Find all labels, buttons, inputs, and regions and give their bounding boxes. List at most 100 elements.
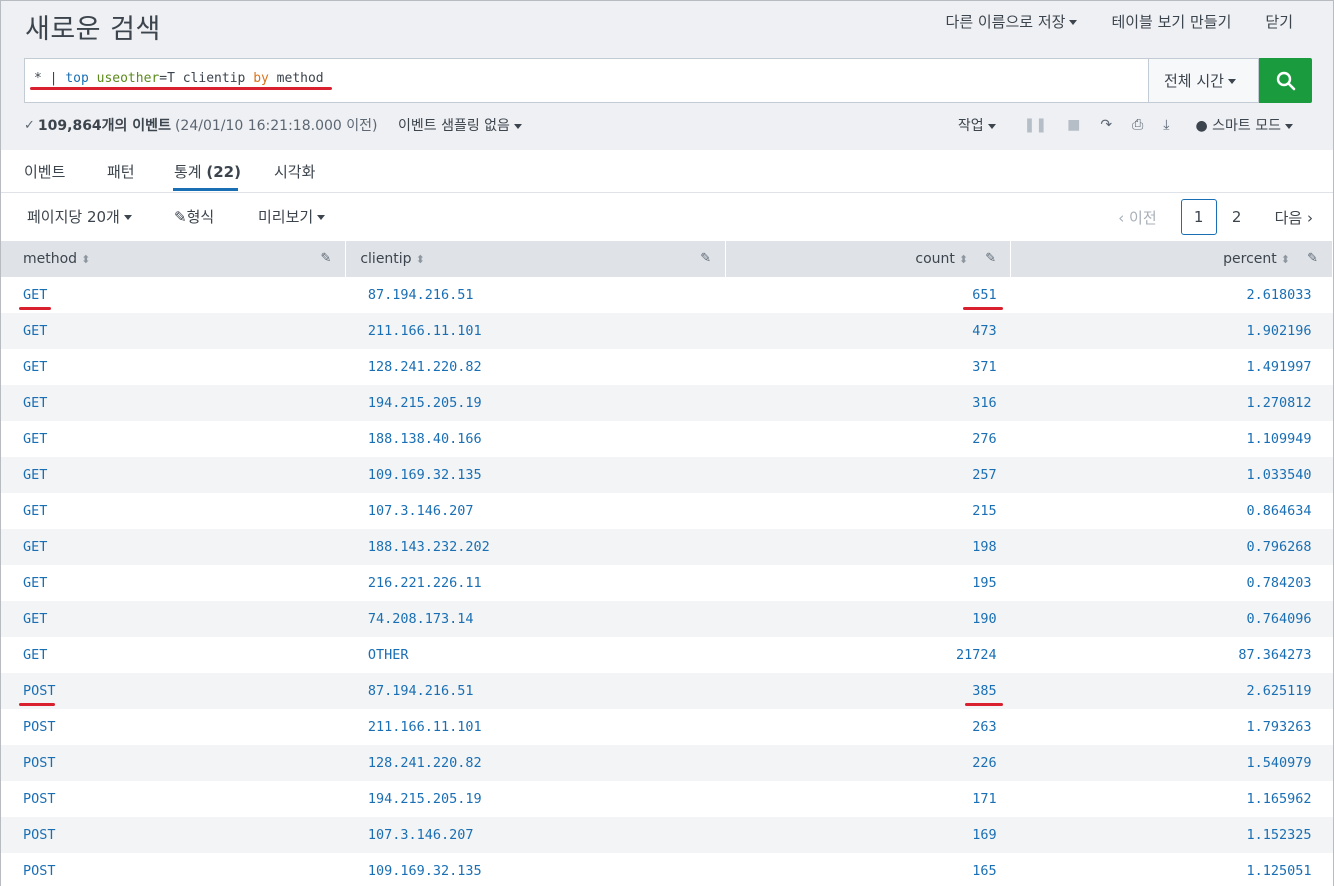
sort-icon[interactable]: ⬍	[1281, 253, 1290, 266]
pencil-icon[interactable]: ✎	[700, 251, 711, 266]
cell-count[interactable]: 215	[725, 493, 1011, 529]
cell-percent[interactable]: 2.625119	[1010, 673, 1333, 709]
cell-clientip[interactable]: 87.194.216.51	[345, 673, 726, 709]
cell-count[interactable]: 276	[725, 421, 1011, 457]
cell-percent[interactable]: 1.540979	[1010, 745, 1333, 781]
search-input[interactable]: * | top useother=T clientip by method	[24, 58, 1149, 103]
cell-count[interactable]: 190	[725, 601, 1011, 637]
cell-method[interactable]: POST	[1, 709, 346, 745]
cell-method[interactable]: GET	[1, 421, 346, 457]
pencil-icon[interactable]: ✎	[320, 251, 331, 266]
column-header-clientip[interactable]: clientip ⬍ ✎	[345, 241, 727, 277]
pencil-icon[interactable]: ✎	[1307, 251, 1318, 266]
pause-icon[interactable]: ❚❚	[1024, 117, 1047, 133]
cell-percent[interactable]: 1.902196	[1010, 313, 1333, 349]
per-page-menu[interactable]: 페이지당 20개	[27, 206, 132, 227]
cell-method[interactable]: POST	[1, 853, 346, 886]
cell-clientip[interactable]: 211.166.11.101	[345, 709, 726, 745]
cell-count[interactable]: 165	[725, 853, 1011, 886]
cell-count[interactable]: 226	[725, 745, 1011, 781]
sort-icon[interactable]: ⬍	[416, 253, 425, 266]
cell-clientip[interactable]: 109.169.32.135	[345, 853, 726, 886]
cell-percent[interactable]: 1.165962	[1010, 781, 1333, 817]
search-mode-menu[interactable]: ● 스마트 모드	[1195, 115, 1293, 135]
print-icon[interactable]: ⎙	[1132, 117, 1143, 133]
share-icon[interactable]: ↷	[1100, 117, 1112, 133]
cell-percent[interactable]: 1.125051	[1010, 853, 1333, 886]
job-menu[interactable]: 작업	[958, 115, 996, 135]
cell-method[interactable]: GET	[1, 385, 346, 421]
cell-method[interactable]: GET	[1, 277, 346, 313]
cell-percent[interactable]: 1.109949	[1010, 421, 1333, 457]
cell-clientip[interactable]: 87.194.216.51	[345, 277, 726, 313]
save-as-menu[interactable]: 다른 이름으로 저장	[946, 11, 1078, 32]
cell-clientip[interactable]: 107.3.146.207	[345, 817, 726, 853]
cell-method[interactable]: GET	[1, 565, 346, 601]
tab-events[interactable]: 이벤트	[24, 161, 65, 182]
stop-icon[interactable]: ■	[1067, 117, 1080, 133]
preview-menu[interactable]: 미리보기	[258, 206, 326, 227]
cell-count[interactable]: 198	[725, 529, 1011, 565]
cell-method[interactable]: GET	[1, 313, 346, 349]
cell-percent[interactable]: 1.033540	[1010, 457, 1333, 493]
create-table-view-button[interactable]: 테이블 보기 만들기	[1111, 11, 1231, 32]
column-header-count[interactable]: count ⬍ ✎	[725, 241, 1012, 277]
tab-statistics[interactable]: 통계 (22)	[174, 161, 241, 182]
cell-count[interactable]: 651	[725, 277, 1011, 313]
tab-patterns[interactable]: 패턴	[107, 161, 135, 182]
cell-method[interactable]: GET	[1, 601, 346, 637]
sort-icon[interactable]: ⬍	[959, 253, 968, 266]
cell-count[interactable]: 385	[725, 673, 1011, 709]
next-page-button[interactable]: 다음 ›	[1275, 207, 1313, 228]
tab-visualization[interactable]: 시각화	[274, 161, 315, 182]
cell-method[interactable]: POST	[1, 781, 346, 817]
cell-count[interactable]: 21724	[725, 637, 1011, 673]
search-button[interactable]	[1259, 58, 1312, 103]
cell-clientip[interactable]: OTHER	[345, 637, 726, 673]
cell-clientip[interactable]: 128.241.220.82	[345, 745, 726, 781]
cell-method[interactable]: GET	[1, 457, 346, 493]
page-1-button[interactable]: 1	[1180, 199, 1217, 235]
cell-clientip[interactable]: 107.3.146.207	[345, 493, 726, 529]
cell-count[interactable]: 316	[725, 385, 1011, 421]
cell-clientip[interactable]: 128.241.220.82	[345, 349, 726, 385]
time-range-picker[interactable]: 전체 시간	[1148, 58, 1259, 103]
cell-method[interactable]: POST	[1, 673, 346, 709]
cell-count[interactable]: 169	[725, 817, 1011, 853]
cell-method[interactable]: POST	[1, 817, 346, 853]
cell-count[interactable]: 257	[725, 457, 1011, 493]
cell-percent[interactable]: 1.152325	[1010, 817, 1333, 853]
cell-clientip[interactable]: 74.208.173.14	[345, 601, 726, 637]
close-button[interactable]: 닫기	[1265, 11, 1293, 32]
cell-clientip[interactable]: 109.169.32.135	[345, 457, 726, 493]
cell-clientip[interactable]: 194.215.205.19	[345, 385, 726, 421]
sampling-menu[interactable]: 이벤트 샘플링 없음	[398, 115, 522, 135]
cell-count[interactable]: 263	[725, 709, 1011, 745]
cell-percent[interactable]: 0.796268	[1010, 529, 1333, 565]
cell-percent[interactable]: 1.793263	[1010, 709, 1333, 745]
prev-page-button[interactable]: ‹ 이전	[1118, 207, 1156, 228]
cell-count[interactable]: 195	[725, 565, 1011, 601]
cell-percent[interactable]: 0.764096	[1010, 601, 1333, 637]
cell-clientip[interactable]: 188.138.40.166	[345, 421, 726, 457]
cell-clientip[interactable]: 216.221.226.11	[345, 565, 726, 601]
cell-percent[interactable]: 0.784203	[1010, 565, 1333, 601]
cell-percent[interactable]: 1.491997	[1010, 349, 1333, 385]
format-menu[interactable]: ✎형식	[174, 206, 214, 227]
cell-percent[interactable]: 87.364273	[1010, 637, 1333, 673]
cell-count[interactable]: 473	[725, 313, 1011, 349]
cell-method[interactable]: GET	[1, 637, 346, 673]
cell-percent[interactable]: 2.618033	[1010, 277, 1333, 313]
pencil-icon[interactable]: ✎	[985, 251, 996, 266]
cell-method[interactable]: POST	[1, 745, 346, 781]
cell-percent[interactable]: 1.270812	[1010, 385, 1333, 421]
cell-method[interactable]: GET	[1, 349, 346, 385]
cell-clientip[interactable]: 188.143.232.202	[345, 529, 726, 565]
cell-clientip[interactable]: 194.215.205.19	[345, 781, 726, 817]
cell-method[interactable]: GET	[1, 493, 346, 529]
column-header-percent[interactable]: percent ⬍ ✎	[1010, 241, 1333, 277]
cell-percent[interactable]: 0.864634	[1010, 493, 1333, 529]
page-2-button[interactable]: 2	[1219, 199, 1255, 235]
cell-method[interactable]: GET	[1, 529, 346, 565]
cell-clientip[interactable]: 211.166.11.101	[345, 313, 726, 349]
